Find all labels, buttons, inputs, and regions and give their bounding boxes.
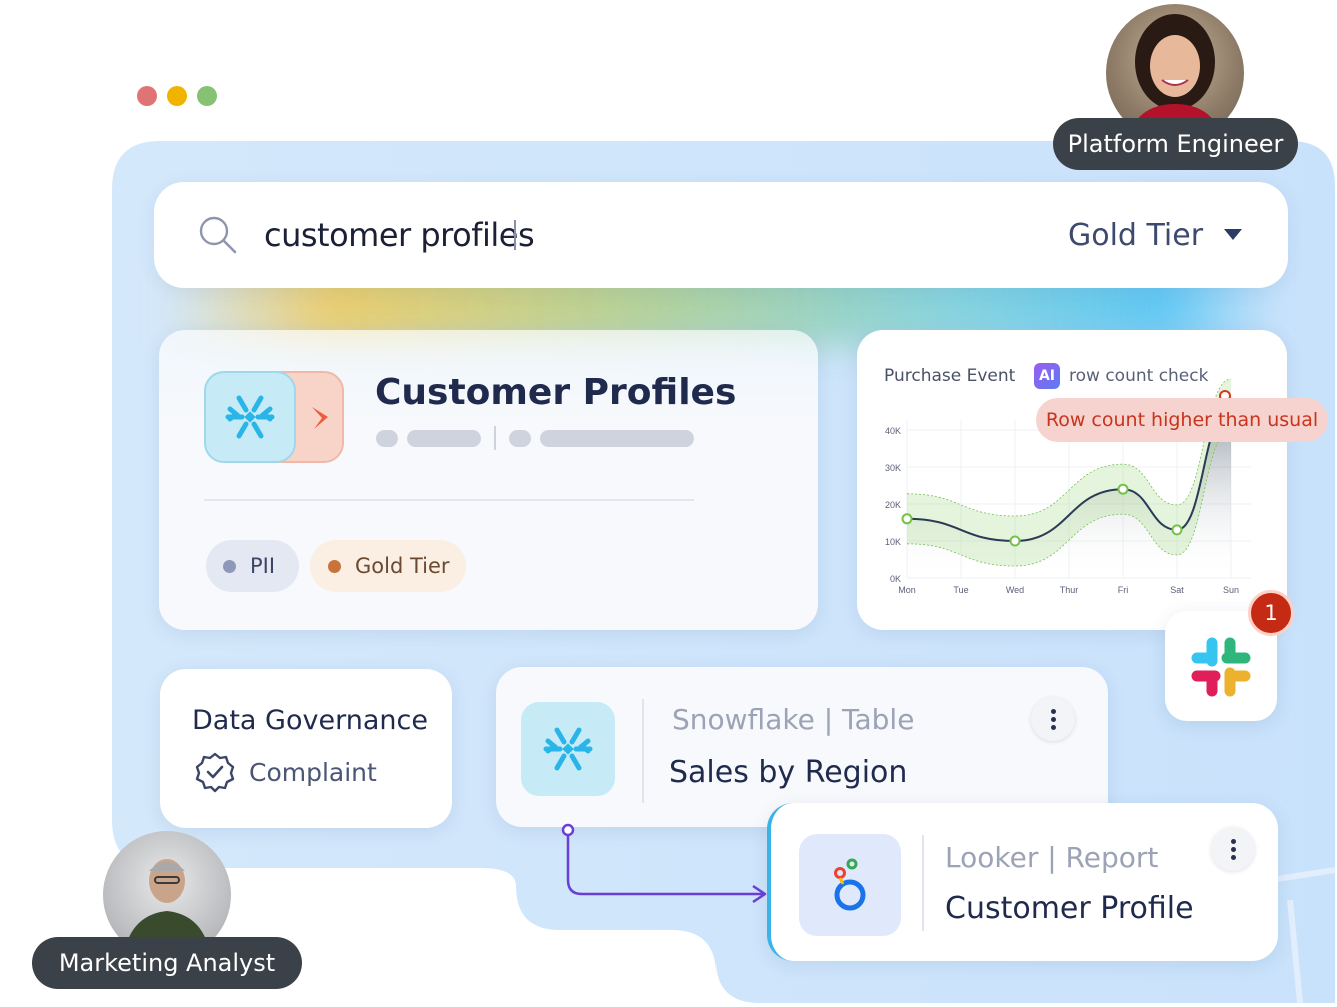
line-chart: 0K 10K 20K 30K 40K Mon Tue Wed Thur Fri Sat Sun	[885, 378, 1251, 595]
data-point[interactable]	[1117, 483, 1129, 495]
verified-badge-icon	[194, 751, 236, 797]
tag-pii[interactable]: PII	[206, 540, 299, 592]
y-tick-label: 20K	[885, 500, 901, 510]
placeholder-dot	[509, 430, 531, 447]
tag-dot	[328, 559, 341, 573]
placeholder-bar	[540, 430, 694, 447]
data-point[interactable]	[1009, 535, 1021, 547]
search-icon	[198, 215, 238, 259]
anomaly-alert-badge[interactable]: Row count higher than usual	[1036, 398, 1328, 442]
data-point[interactable]	[901, 513, 913, 525]
x-tick-label: Fri	[1118, 585, 1129, 595]
lineage-arrow	[561, 823, 767, 904]
looker-icon	[799, 834, 901, 936]
x-tick-label: Wed	[1006, 585, 1024, 595]
tag-gold-tier[interactable]: Gold Tier	[310, 540, 466, 592]
text-caret	[514, 220, 516, 250]
data-quality-chart-card[interactable]: Purchase Event AI row count check 0K 10K 2…	[857, 330, 1287, 630]
asset-meta: Looker | Report	[945, 841, 1159, 874]
tag-dot	[223, 559, 236, 573]
x-tick-label: Mon	[898, 585, 916, 595]
asset-meta: Snowflake | Table	[672, 703, 915, 736]
notification-badge: 1	[1248, 590, 1294, 636]
divider	[642, 699, 644, 803]
x-tick-label: Sun	[1223, 585, 1239, 595]
slack-icon	[1189, 635, 1253, 703]
placeholder-dot	[376, 430, 398, 447]
marketing-analyst-label: Marketing Analyst	[32, 937, 302, 989]
x-tick-label: Thur	[1060, 585, 1079, 595]
tag-label: PII	[250, 554, 276, 578]
placeholder-bar	[407, 430, 481, 447]
x-tick-label: Tue	[953, 585, 968, 595]
chevron-down-icon[interactable]	[1224, 229, 1242, 240]
asset-name[interactable]: Customer Profile	[945, 891, 1194, 926]
placeholder-separator	[494, 426, 496, 450]
looker-report-card[interactable]: Looker | Report Customer Profile	[767, 803, 1278, 961]
tier-filter-label[interactable]: Gold Tier	[1068, 218, 1203, 253]
x-tick-label: Sat	[1170, 585, 1184, 595]
tag-label: Gold Tier	[355, 554, 450, 578]
governance-title: Data Governance	[192, 705, 428, 736]
divider	[922, 835, 924, 931]
y-tick-label: 0K	[890, 574, 901, 584]
divider	[204, 499, 694, 501]
data-governance-card[interactable]: Data Governance Complaint	[160, 669, 452, 828]
governance-status: Complaint	[249, 758, 377, 787]
data-point[interactable]	[1171, 524, 1183, 536]
snowflake-icon	[521, 702, 615, 796]
y-tick-label: 40K	[885, 426, 901, 436]
asset-name[interactable]: Sales by Region	[669, 755, 907, 790]
search-bar[interactable]: customer profiles Gold Tier	[154, 182, 1288, 288]
y-tick-label: 30K	[885, 463, 901, 473]
asset-title[interactable]: Customer Profiles	[375, 372, 736, 413]
customer-profiles-card[interactable]: Customer Profiles PII Gold Tier	[159, 330, 818, 630]
y-tick-label: 10K	[885, 537, 901, 547]
platform-engineer-label: Platform Engineer	[1053, 118, 1298, 170]
snowflake-icon	[204, 371, 296, 463]
search-input[interactable]: customer profiles	[264, 216, 535, 254]
more-options-icon[interactable]	[1031, 697, 1075, 741]
more-options-icon[interactable]	[1211, 827, 1255, 871]
